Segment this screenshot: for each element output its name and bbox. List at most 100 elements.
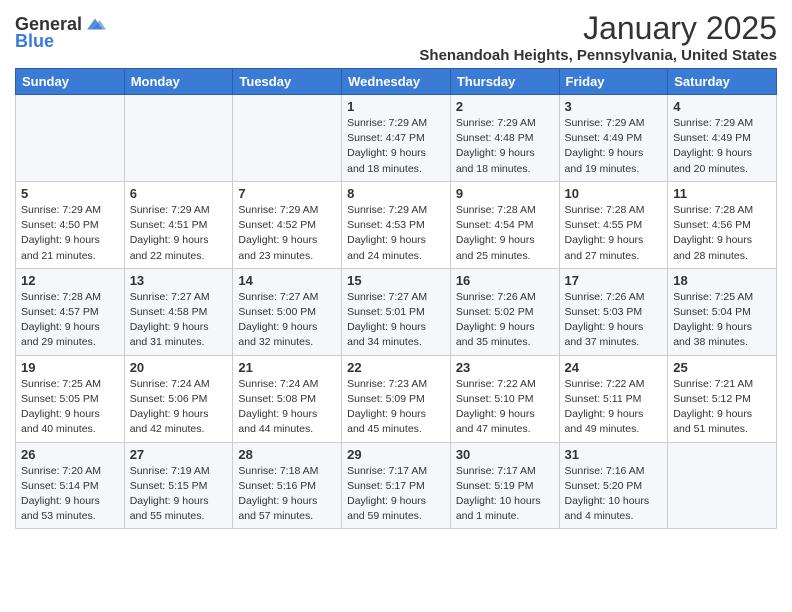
calendar-week-4: 19 Sunrise: 7:25 AMSunset: 5:05 PMDayligh… <box>16 355 777 442</box>
calendar-week-1: 1 Sunrise: 7:29 AMSunset: 4:47 PMDaylight… <box>16 95 777 182</box>
day-info: Sunrise: 7:27 AMSunset: 5:01 PMDaylight:… <box>347 290 445 351</box>
day-info: Sunrise: 7:29 AMSunset: 4:50 PMDaylight:… <box>21 203 119 264</box>
calendar-header-tuesday: Tuesday <box>233 69 342 95</box>
calendar-week-3: 12Sunrise: 7:28 AMSunset: 4:57 PMDayligh… <box>16 268 777 355</box>
calendar-cell: 24Sunrise: 7:22 AMSunset: 5:11 PMDayligh… <box>559 355 668 442</box>
day-number: 15 <box>347 273 445 288</box>
day-info: Sunrise: 7:25 AMSunset: 5:05 PMDaylight:… <box>21 377 119 438</box>
calendar-cell: 31 Sunrise: 7:16 AMSunset: 5:20 PMDayligh… <box>559 442 668 529</box>
calendar-cell <box>16 95 125 182</box>
day-number: 5 <box>21 186 119 201</box>
header: General Blue January 2025 Shenandoah Hei… <box>15 10 777 64</box>
calendar-header-wednesday: Wednesday <box>342 69 451 95</box>
calendar-cell: 9Sunrise: 7:28 AMSunset: 4:54 PMDaylight… <box>450 181 559 268</box>
day-number: 28 <box>238 447 336 462</box>
day-info: Sunrise: 7:24 AMSunset: 5:06 PMDaylight:… <box>130 377 228 438</box>
day-info: Sunrise: 7:17 AMSunset: 5:19 PMDaylight:… <box>456 464 554 525</box>
title-section: January 2025 Shenandoah Heights, Pennsyl… <box>419 10 777 64</box>
day-number: 25 <box>673 360 771 375</box>
day-info: Sunrise: 7:24 AMSunset: 5:08 PMDaylight:… <box>238 377 336 438</box>
day-info: Sunrise: 7:23 AMSunset: 5:09 PMDaylight:… <box>347 377 445 438</box>
day-number: 6 <box>130 186 228 201</box>
day-number: 27 <box>130 447 228 462</box>
day-number: 7 <box>238 186 336 201</box>
day-info: Sunrise: 7:22 AMSunset: 5:11 PMDaylight:… <box>565 377 663 438</box>
day-info: Sunrise: 7:18 AMSunset: 5:16 PMDaylight:… <box>238 464 336 525</box>
calendar-cell: 16 Sunrise: 7:26 AMSunset: 5:02 PMDayligh… <box>450 268 559 355</box>
day-number: 4 <box>673 99 771 114</box>
day-info: Sunrise: 7:25 AMSunset: 5:04 PMDaylight:… <box>673 290 771 351</box>
day-info: Sunrise: 7:29 AMSunset: 4:47 PMDaylight:… <box>347 116 445 177</box>
calendar-cell <box>233 95 342 182</box>
calendar-cell: 15 Sunrise: 7:27 AMSunset: 5:01 PMDayligh… <box>342 268 451 355</box>
day-number: 10 <box>565 186 663 201</box>
day-info: Sunrise: 7:27 AMSunset: 4:58 PMDaylight:… <box>130 290 228 351</box>
day-info: Sunrise: 7:19 AMSunset: 5:15 PMDaylight:… <box>130 464 228 525</box>
day-number: 2 <box>456 99 554 114</box>
day-number: 1 <box>347 99 445 114</box>
calendar-cell: 4 Sunrise: 7:29 AMSunset: 4:49 PMDaylight… <box>668 95 777 182</box>
calendar-cell: 23Sunrise: 7:22 AMSunset: 5:10 PMDayligh… <box>450 355 559 442</box>
day-info: Sunrise: 7:17 AMSunset: 5:17 PMDaylight:… <box>347 464 445 525</box>
calendar-cell: 13 Sunrise: 7:27 AMSunset: 4:58 PMDayligh… <box>124 268 233 355</box>
day-number: 22 <box>347 360 445 375</box>
day-info: Sunrise: 7:27 AMSunset: 5:00 PMDaylight:… <box>238 290 336 351</box>
calendar-header-row: SundayMondayTuesdayWednesdayThursdayFrid… <box>16 69 777 95</box>
day-number: 3 <box>565 99 663 114</box>
calendar-cell: 7 Sunrise: 7:29 AMSunset: 4:52 PMDaylight… <box>233 181 342 268</box>
day-info: Sunrise: 7:28 AMSunset: 4:57 PMDaylight:… <box>21 290 119 351</box>
day-number: 16 <box>456 273 554 288</box>
calendar-week-2: 5 Sunrise: 7:29 AMSunset: 4:50 PMDaylight… <box>16 181 777 268</box>
day-info: Sunrise: 7:28 AMSunset: 4:56 PMDaylight:… <box>673 203 771 264</box>
calendar-cell: 5 Sunrise: 7:29 AMSunset: 4:50 PMDaylight… <box>16 181 125 268</box>
day-info: Sunrise: 7:28 AMSunset: 4:54 PMDaylight:… <box>456 203 554 264</box>
calendar-cell <box>668 442 777 529</box>
calendar-cell <box>124 95 233 182</box>
calendar-week-5: 26Sunrise: 7:20 AMSunset: 5:14 PMDayligh… <box>16 442 777 529</box>
calendar-cell: 10 Sunrise: 7:28 AMSunset: 4:55 PMDayligh… <box>559 181 668 268</box>
calendar-cell: 28 Sunrise: 7:18 AMSunset: 5:16 PMDayligh… <box>233 442 342 529</box>
day-number: 31 <box>565 447 663 462</box>
day-number: 19 <box>21 360 119 375</box>
day-number: 23 <box>456 360 554 375</box>
calendar-cell: 8Sunrise: 7:29 AMSunset: 4:53 PMDaylight… <box>342 181 451 268</box>
calendar-cell: 26Sunrise: 7:20 AMSunset: 5:14 PMDayligh… <box>16 442 125 529</box>
day-info: Sunrise: 7:16 AMSunset: 5:20 PMDaylight:… <box>565 464 663 525</box>
calendar-table: SundayMondayTuesdayWednesdayThursdayFrid… <box>15 68 777 529</box>
day-info: Sunrise: 7:26 AMSunset: 5:02 PMDaylight:… <box>456 290 554 351</box>
calendar-header-monday: Monday <box>124 69 233 95</box>
day-info: Sunrise: 7:29 AMSunset: 4:48 PMDaylight:… <box>456 116 554 177</box>
day-info: Sunrise: 7:26 AMSunset: 5:03 PMDaylight:… <box>565 290 663 351</box>
calendar-header-thursday: Thursday <box>450 69 559 95</box>
calendar-cell: 18Sunrise: 7:25 AMSunset: 5:04 PMDayligh… <box>668 268 777 355</box>
page: General Blue January 2025 Shenandoah Hei… <box>0 0 792 544</box>
day-info: Sunrise: 7:29 AMSunset: 4:52 PMDaylight:… <box>238 203 336 264</box>
calendar-header-saturday: Saturday <box>668 69 777 95</box>
day-number: 30 <box>456 447 554 462</box>
day-info: Sunrise: 7:29 AMSunset: 4:53 PMDaylight:… <box>347 203 445 264</box>
calendar-cell: 29 Sunrise: 7:17 AMSunset: 5:17 PMDayligh… <box>342 442 451 529</box>
calendar-cell: 20 Sunrise: 7:24 AMSunset: 5:06 PMDayligh… <box>124 355 233 442</box>
calendar-cell: 30 Sunrise: 7:17 AMSunset: 5:19 PMDayligh… <box>450 442 559 529</box>
calendar-cell: 3Sunrise: 7:29 AMSunset: 4:49 PMDaylight… <box>559 95 668 182</box>
day-number: 14 <box>238 273 336 288</box>
day-info: Sunrise: 7:28 AMSunset: 4:55 PMDaylight:… <box>565 203 663 264</box>
calendar-cell: 25 Sunrise: 7:21 AMSunset: 5:12 PMDayligh… <box>668 355 777 442</box>
day-number: 17 <box>565 273 663 288</box>
calendar-cell: 19 Sunrise: 7:25 AMSunset: 5:05 PMDayligh… <box>16 355 125 442</box>
day-number: 13 <box>130 273 228 288</box>
day-number: 21 <box>238 360 336 375</box>
calendar-cell: 1 Sunrise: 7:29 AMSunset: 4:47 PMDaylight… <box>342 95 451 182</box>
day-number: 29 <box>347 447 445 462</box>
month-title: January 2025 <box>419 10 777 47</box>
day-info: Sunrise: 7:29 AMSunset: 4:49 PMDaylight:… <box>673 116 771 177</box>
logo: General Blue <box>15 14 106 52</box>
day-number: 20 <box>130 360 228 375</box>
calendar-cell: 27 Sunrise: 7:19 AMSunset: 5:15 PMDayligh… <box>124 442 233 529</box>
calendar-cell: 6 Sunrise: 7:29 AMSunset: 4:51 PMDaylight… <box>124 181 233 268</box>
calendar-cell: 14 Sunrise: 7:27 AMSunset: 5:00 PMDayligh… <box>233 268 342 355</box>
day-info: Sunrise: 7:21 AMSunset: 5:12 PMDaylight:… <box>673 377 771 438</box>
calendar-cell: 17 Sunrise: 7:26 AMSunset: 5:03 PMDayligh… <box>559 268 668 355</box>
calendar-cell: 22 Sunrise: 7:23 AMSunset: 5:09 PMDayligh… <box>342 355 451 442</box>
day-info: Sunrise: 7:29 AMSunset: 4:51 PMDaylight:… <box>130 203 228 264</box>
